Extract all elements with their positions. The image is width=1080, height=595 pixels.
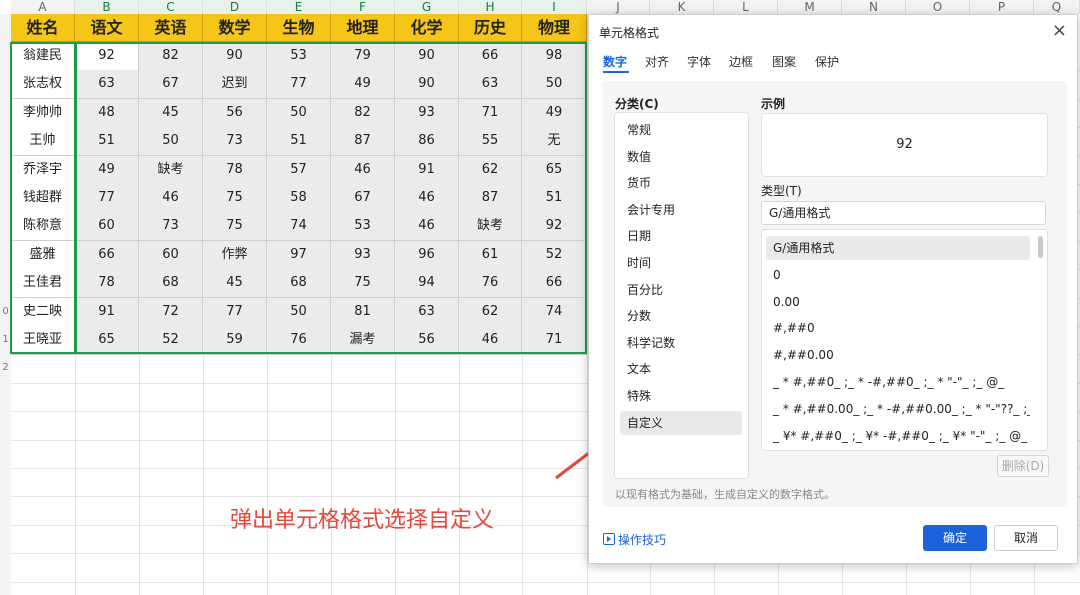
active-tab-indicator (603, 71, 629, 73)
play-icon (603, 533, 615, 545)
format-item[interactable]: _ * #,##0.00_ ;_ * -#,##0.00_ ;_ * "-"??… (766, 397, 1030, 421)
tab-alignment[interactable]: 对齐 (645, 53, 669, 70)
format-item[interactable]: 0 (766, 263, 1030, 287)
category-item[interactable]: 特殊 (620, 384, 742, 408)
category-item[interactable]: 数值 (620, 145, 742, 169)
format-item[interactable]: #,##0.00 (766, 343, 1030, 367)
format-item[interactable]: _ ¥* #,##0_ ;_ ¥* -#,##0_ ;_ ¥* "-"_ ;_ … (766, 424, 1030, 448)
tips-label: 操作技巧 (618, 533, 667, 547)
format-list[interactable]: _ ¥* #,##0_ ;_ ¥* -#,##0_ ;_ ¥* "-"_ ;_ … (761, 229, 1048, 451)
tab-border[interactable]: 边框 (729, 53, 753, 70)
number-panel: 分类(C) 常规 数值 货币 会计专用 日期 时间 百分比 分数 科学记数 文本 特殊 自定义 示例 … (603, 81, 1067, 507)
sample-preview: 92 (761, 113, 1048, 177)
tips-link[interactable]: 操作技巧 (603, 531, 666, 548)
category-item[interactable]: 常规 (620, 118, 742, 142)
close-icon[interactable]: × (1052, 20, 1067, 41)
ok-button[interactable]: 确定 (923, 525, 987, 551)
category-label: 分类(C) (615, 97, 659, 111)
annotation-text: 弹出单元格格式选择自定义 (230, 508, 495, 533)
category-item[interactable]: 百分比 (620, 278, 742, 302)
category-item[interactable]: 货币 (620, 171, 742, 195)
sample-label: 示例 (761, 97, 786, 111)
category-item[interactable]: 会计专用 (620, 198, 742, 222)
tab-number[interactable]: 数字 (603, 53, 627, 70)
format-item[interactable]: _ * #,##0_ ;_ * -#,##0_ ;_ * "-"_ ;_ @_ (766, 370, 1030, 394)
category-item[interactable]: 时间 (620, 251, 742, 275)
format-item[interactable]: 0.00 (766, 290, 1030, 314)
category-item[interactable]: 自定义 (620, 410, 742, 435)
category-item[interactable]: 日期 (620, 224, 742, 248)
tab-font[interactable]: 字体 (687, 53, 711, 70)
format-cells-dialog: 单元格格式 × 数字 对齐 字体 边框 图案 保护 分类(C) 常规数值 货币会计… (588, 14, 1078, 564)
tab-pattern[interactable]: 图案 (772, 53, 796, 70)
format-item[interactable]: #,##0 (766, 316, 1030, 340)
category-item[interactable]: 科学记数 (620, 331, 742, 355)
format-list-scrollbar[interactable] (1038, 236, 1043, 258)
category-item[interactable]: 分数 (620, 304, 742, 328)
cancel-button[interactable]: 取消 (994, 525, 1058, 551)
format-item[interactable]: G/通用格式 (766, 236, 1030, 260)
category-item[interactable]: 文本 (620, 357, 742, 381)
category-list[interactable]: 常规数值 货币会计专用 日期时间百分比 分数科学记数 文本特殊 自定义 (614, 112, 749, 479)
dialog-title: 单元格格式 (599, 26, 660, 40)
hint-text: 以现有格式为基础，生成自定义的数字格式。 (615, 488, 835, 501)
delete-button[interactable]: 删除(D) (997, 455, 1049, 477)
tab-protection[interactable]: 保护 (815, 53, 839, 70)
type-input[interactable]: G/通用格式 (761, 201, 1046, 225)
type-label: 类型(T) (761, 184, 802, 198)
